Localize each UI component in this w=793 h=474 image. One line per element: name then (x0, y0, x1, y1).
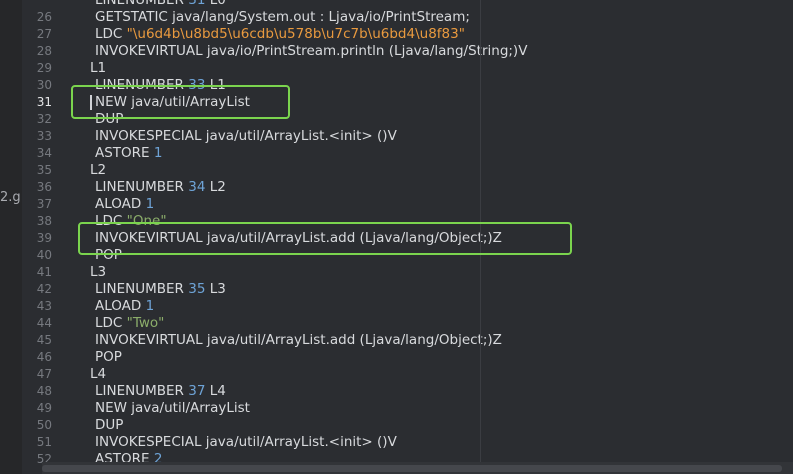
instruction-text: GETSTATIC java/lang/System.out : Ljava/i… (95, 9, 470, 25)
instruction-text: ASTORE (95, 145, 154, 161)
line-number: 28 (36, 44, 52, 58)
code-line[interactable]: INVOKESPECIAL java/util/ArrayList.<init>… (60, 128, 397, 145)
numeric-operand: 1 (145, 298, 155, 314)
code-line[interactable]: LDC "Two" (60, 315, 164, 332)
instruction-text: LINENUMBER (95, 179, 189, 195)
instruction-text: LINENUMBER (95, 0, 189, 8)
string-literal-operand: "Two" (126, 315, 165, 331)
label-text: L3 (90, 264, 107, 280)
line-number: 26 (36, 10, 52, 24)
numeric-operand: 1 (153, 145, 163, 161)
code-line[interactable]: LDC "\u6d4b\u8bd5\u6cdb\u578b\u7c7b\u6bd… (60, 26, 465, 43)
instruction-text: INVOKEVIRTUAL java/util/ArrayList.add (L… (95, 332, 502, 348)
code-line[interactable]: INVOKEVIRTUAL java/io/PrintStream.printl… (60, 43, 527, 60)
line-number: 43 (36, 299, 52, 313)
instruction-text: DUP (95, 417, 124, 433)
label-text: L2 (90, 162, 107, 178)
code-label-line[interactable]: L1 (60, 60, 106, 77)
code-line[interactable]: LINENUMBER 35 L3 (60, 281, 226, 298)
instruction-text: LINENUMBER (95, 383, 189, 399)
code-label-line[interactable]: L2 (60, 162, 106, 179)
code-label-line[interactable]: L4 (60, 366, 106, 383)
code-line[interactable]: DUP (60, 417, 123, 434)
code-line-partial[interactable]: LINENUMBER 31 L0 (60, 0, 226, 9)
line-number: 50 (36, 418, 52, 432)
label-text: L1 (90, 60, 107, 76)
label-operand: L3 (205, 281, 226, 297)
instruction-text: INVOKESPECIAL java/util/ArrayList.<init>… (95, 434, 397, 450)
instruction-text: POP (95, 349, 122, 365)
line-number: 29 (36, 61, 52, 75)
line-number: 34 (36, 146, 52, 160)
label-text: L4 (90, 366, 107, 382)
line-number: 37 (36, 197, 52, 211)
code-line[interactable]: LINENUMBER 37 L4 (60, 383, 226, 400)
line-number: 46 (36, 350, 52, 364)
unicode-string-operand: "\u6d4b\u8bd5\u6cdb\u578b\u7c7b\u6bd4\u8… (126, 26, 465, 42)
numeric-operand: 34 (188, 179, 206, 195)
code-line[interactable]: INVOKESPECIAL java/util/ArrayList.<init>… (60, 434, 397, 451)
instruction-text: NEW java/util/ArrayList (95, 400, 250, 416)
code-line[interactable]: GETSTATIC java/lang/System.out : Ljava/i… (60, 9, 470, 26)
instruction-text: INVOKEVIRTUAL java/io/PrintStream.printl… (95, 43, 528, 59)
line-number: 27 (36, 27, 52, 41)
line-number: 39 (36, 231, 52, 245)
instruction-text: INVOKESPECIAL java/util/ArrayList.<init>… (95, 128, 397, 144)
highlight-box-new-arraylist (71, 85, 290, 119)
line-number: 41 (36, 265, 52, 279)
line-number-gutter: 26 27 28 29 30 31 32 33 34 35 36 37 38 39 40 41 42 43 44 45… (22, 0, 60, 474)
highlight-box-invokevirtual-add (78, 222, 572, 255)
instruction-text: ALOAD (95, 298, 146, 314)
instruction-text: LDC (95, 26, 127, 42)
numeric-operand: 31 (188, 0, 206, 8)
line-number: 31 (36, 95, 52, 109)
instruction-text: LINENUMBER (95, 281, 189, 297)
line-number: 35 (36, 163, 52, 177)
horizontal-scrollbar[interactable] (42, 462, 793, 474)
code-line[interactable]: NEW java/util/ArrayList (60, 400, 250, 417)
code-label-line[interactable]: L3 (60, 264, 106, 281)
line-number: 32 (36, 112, 52, 126)
instruction-text: ALOAD (95, 196, 146, 212)
label-operand: L2 (205, 179, 226, 195)
line-number: 38 (36, 214, 52, 228)
code-line[interactable]: INVOKEVIRTUAL java/util/ArrayList.add (L… (60, 332, 502, 349)
code-line[interactable]: ASTORE 1 (60, 145, 162, 162)
line-number: 36 (36, 180, 52, 194)
line-number: 40 (36, 248, 52, 262)
instruction-text: LDC (95, 315, 127, 331)
label-operand: L4 (205, 383, 226, 399)
numeric-operand: 37 (188, 383, 206, 399)
code-line[interactable]: ALOAD 1 (60, 196, 154, 213)
line-number: 33 (36, 129, 52, 143)
line-number: 47 (36, 367, 52, 381)
code-line[interactable]: LINENUMBER 34 L2 (60, 179, 226, 196)
line-number: 49 (36, 401, 52, 415)
numeric-operand: 1 (145, 196, 155, 212)
label-operand: L0 (205, 0, 226, 8)
horizontal-scrollbar-thumb[interactable] (42, 465, 782, 472)
line-number: 48 (36, 384, 52, 398)
numeric-operand: 35 (188, 281, 206, 297)
code-line[interactable]: ALOAD 1 (60, 298, 154, 315)
line-number: 44 (36, 316, 52, 330)
code-line[interactable]: POP (60, 349, 122, 366)
line-number: 30 (36, 78, 52, 92)
line-number: 45 (36, 333, 52, 347)
line-number: 51 (36, 435, 52, 449)
line-number: 42 (36, 282, 52, 296)
